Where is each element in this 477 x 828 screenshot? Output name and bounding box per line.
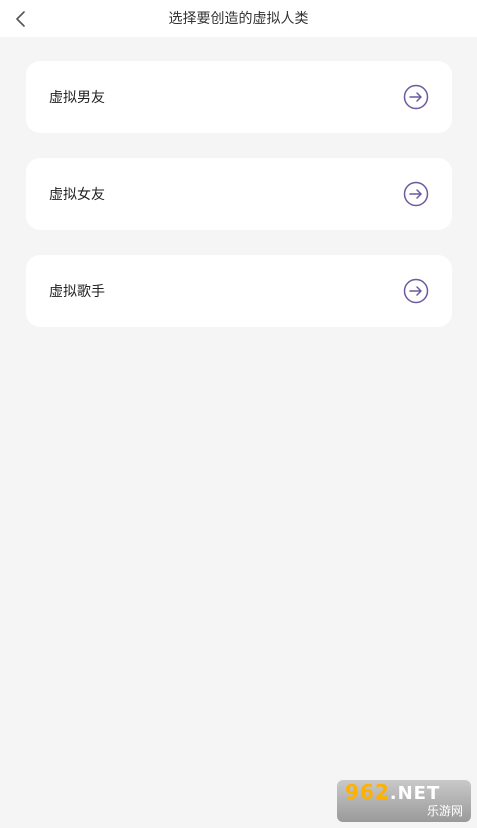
option-label: 虚拟男友 [49, 90, 105, 106]
option-label: 虚拟歌手 [49, 284, 105, 300]
option-label: 虚拟女友 [49, 187, 105, 203]
watermark-logo: 962.NET 乐游网 [337, 780, 471, 822]
option-virtual-singer[interactable]: 虚拟歌手 [26, 255, 452, 327]
option-virtual-girlfriend[interactable]: 虚拟女友 [26, 158, 452, 230]
arrow-right-circle-icon [403, 278, 429, 304]
option-virtual-boyfriend[interactable]: 虚拟男友 [26, 61, 452, 133]
top-bar: 选择要创造的虚拟人类 [0, 0, 477, 37]
page-title: 选择要创造的虚拟人类 [168, 11, 309, 27]
watermark-number: 962 [345, 780, 390, 804]
arrow-right-circle-icon [403, 181, 429, 207]
watermark-suffix: .NET [389, 783, 441, 804]
watermark-subtitle: 乐游网 [426, 804, 463, 818]
arrow-right-circle-icon [403, 84, 429, 110]
